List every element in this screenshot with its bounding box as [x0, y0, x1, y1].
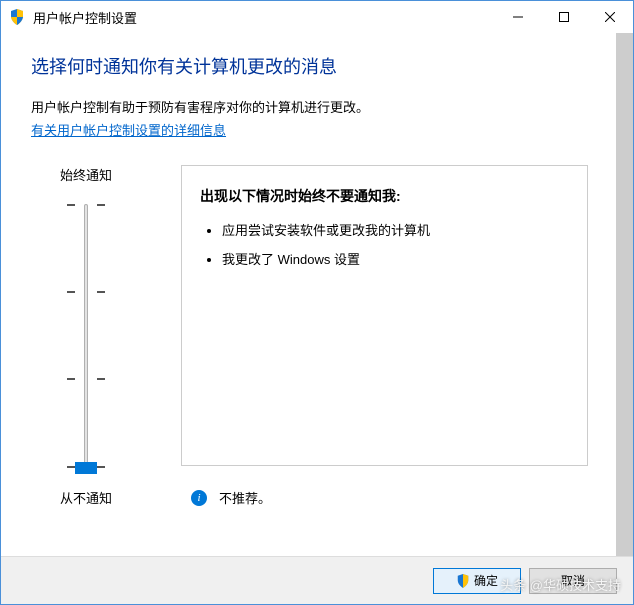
shield-icon — [456, 574, 470, 588]
shield-icon — [9, 9, 25, 25]
info-icon: i — [191, 490, 207, 506]
cancel-button-label: 取消 — [561, 572, 585, 589]
maximize-button[interactable] — [541, 1, 587, 33]
ok-button[interactable]: 确定 — [433, 568, 521, 594]
info-box: 出现以下情况时始终不要通知我: 应用尝试安装软件或更改我的计算机 我更改了 Wi… — [181, 165, 588, 466]
window-title: 用户帐户控制设置 — [33, 8, 495, 27]
vertical-scrollbar[interactable] — [616, 33, 633, 556]
ok-button-label: 确定 — [474, 572, 498, 589]
titlebar: 用户帐户控制设置 — [1, 1, 633, 33]
details-link[interactable]: 有关用户帐户控制设置的详细信息 — [31, 120, 226, 139]
close-button[interactable] — [587, 1, 633, 33]
info-item: 我更改了 Windows 设置 — [222, 249, 569, 268]
scrollbar-thumb[interactable] — [616, 33, 633, 556]
page-description: 用户帐户控制有助于预防有害程序对你的计算机进行更改。 — [31, 97, 588, 116]
content-area: 选择何时通知你有关计算机更改的消息 用户帐户控制有助于预防有害程序对你的计算机进… — [1, 33, 616, 556]
recommendation-text: 不推荐。 — [219, 488, 271, 507]
slider-column: 始终通知 从不通知 — [31, 165, 181, 507]
info-item: 应用尝试安装软件或更改我的计算机 — [222, 220, 569, 239]
info-heading: 出现以下情况时始终不要通知我: — [200, 186, 569, 206]
slider-label-bottom: 从不通知 — [31, 488, 141, 507]
uac-slider[interactable] — [31, 196, 141, 476]
window-controls — [495, 1, 633, 33]
slider-label-top: 始终通知 — [31, 165, 141, 184]
slider-thumb[interactable] — [75, 462, 97, 474]
page-heading: 选择何时通知你有关计算机更改的消息 — [31, 53, 588, 79]
button-bar: 确定 取消 — [1, 556, 633, 604]
cancel-button[interactable]: 取消 — [529, 568, 617, 594]
minimize-button[interactable] — [495, 1, 541, 33]
